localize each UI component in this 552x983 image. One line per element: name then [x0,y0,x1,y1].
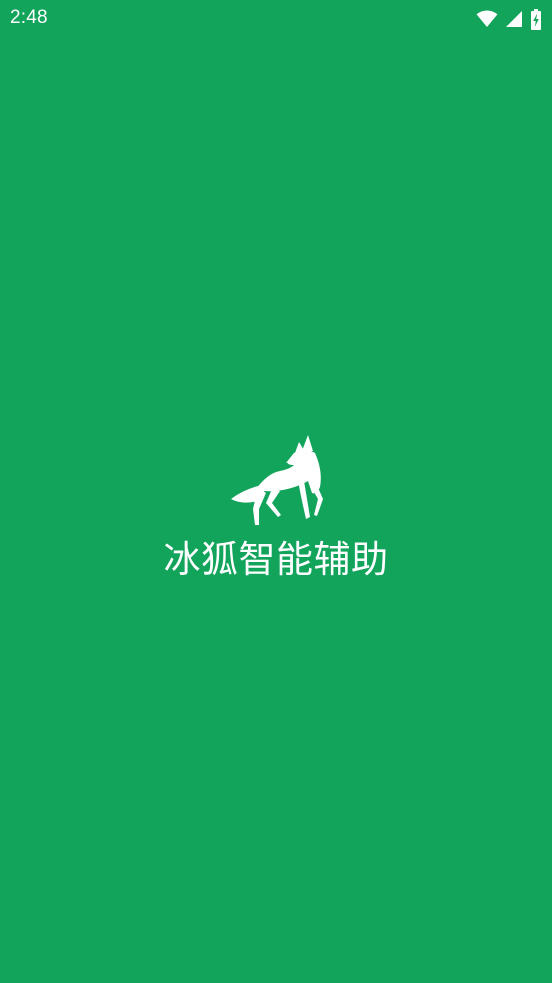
status-time: 2:48 [10,7,48,28]
status-bar: 2:48 [0,0,552,38]
fox-icon [228,431,324,527]
cellular-signal-icon [505,10,523,28]
status-icons [476,8,542,30]
wifi-icon [476,10,498,28]
splash-content: 冰狐智能辅助 [0,428,552,588]
battery-charging-icon [530,8,542,30]
app-name: 冰狐智能辅助 [163,538,389,581]
